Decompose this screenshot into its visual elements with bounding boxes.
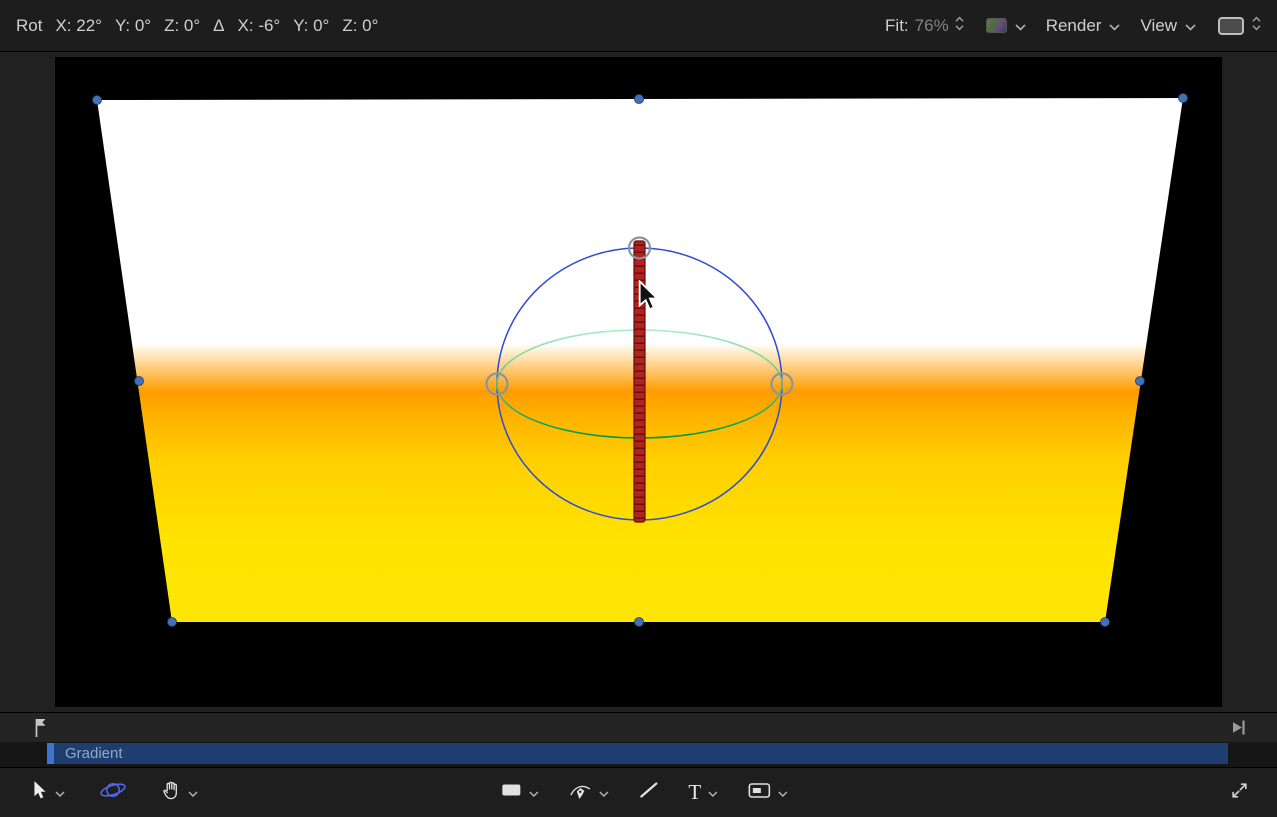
transform-handle[interactable]	[1101, 618, 1110, 627]
delta-x-value: X: -6°	[238, 16, 281, 36]
delta-y-value: Y: 0°	[293, 16, 329, 36]
rectangle-tool-button[interactable]	[500, 782, 538, 803]
rectangle-tool-chevron-icon[interactable]	[528, 784, 538, 802]
text-tool-button[interactable]: T	[688, 782, 718, 803]
mask-rectangle-icon	[748, 782, 771, 804]
swatch-chevron-icon[interactable]	[1015, 16, 1026, 36]
canvas-area	[0, 52, 1277, 712]
transform-handle[interactable]	[168, 618, 177, 627]
pan-tool-button[interactable]	[161, 780, 198, 806]
3d-transform-tool-button[interactable]	[99, 778, 127, 807]
delta-z-value: Z: 0°	[342, 16, 378, 36]
3d-rotate-manipulator	[55, 57, 1222, 707]
rot-label: Rot	[16, 16, 42, 36]
view-controls: Fit: 76% Render View	[885, 16, 1261, 36]
tool-bar: T	[0, 767, 1277, 817]
rotation-status: Rot X: 22° Y: 0° Z: 0° Δ X: -6° Y: 0° Z:…	[16, 16, 378, 36]
bezier-tool-chevron-icon[interactable]	[598, 784, 608, 802]
bezier-pen-icon	[568, 780, 591, 806]
window-tools-group	[1230, 781, 1249, 805]
text-tool-icon: T	[688, 782, 701, 803]
window-layout-icon[interactable]	[1218, 17, 1244, 35]
timeline-layer-label: Gradient	[65, 745, 123, 762]
transform-handle[interactable]	[1136, 377, 1145, 386]
render-chevron-icon[interactable]	[1109, 16, 1120, 36]
rectangle-icon	[500, 782, 521, 803]
gradient-preview-swatch[interactable]	[986, 18, 1007, 33]
mask-tool-chevron-icon[interactable]	[778, 784, 788, 802]
transform-handle[interactable]	[635, 95, 644, 104]
3d-transform-icon	[99, 778, 127, 807]
status-bar: Rot X: 22° Y: 0° Z: 0° Δ X: -6° Y: 0° Z:…	[0, 0, 1277, 52]
paint-stroke-icon	[638, 781, 658, 804]
delta-symbol: Δ	[213, 16, 224, 36]
rot-y-value: Y: 0°	[115, 16, 151, 36]
zoom-value[interactable]: 76%	[915, 16, 949, 36]
mini-timeline-track: Gradient	[0, 742, 1277, 767]
transform-handle[interactable]	[635, 618, 644, 627]
timeline-layer-bar[interactable]: Gradient	[47, 743, 1228, 764]
transform-handle[interactable]	[1179, 94, 1188, 103]
zoom-stepper-icon[interactable]	[955, 16, 964, 36]
select-arrow-icon	[32, 780, 48, 805]
paint-stroke-tool-button[interactable]	[638, 781, 658, 804]
select-tool-button[interactable]	[32, 780, 65, 805]
transform-handle[interactable]	[93, 96, 102, 105]
view-menu[interactable]: View	[1140, 16, 1177, 36]
fit-label[interactable]: Fit:	[885, 16, 909, 36]
bezier-tool-button[interactable]	[568, 780, 608, 806]
layout-stepper-icon[interactable]	[1252, 16, 1261, 36]
render-menu[interactable]: Render	[1046, 16, 1102, 36]
hand-icon	[161, 780, 181, 806]
view-chevron-icon[interactable]	[1185, 16, 1196, 36]
canvas-viewport[interactable]	[55, 57, 1222, 707]
out-point-marker-icon[interactable]	[1231, 719, 1246, 741]
select-tool-chevron-icon[interactable]	[55, 784, 65, 802]
motion-canvas-window: Rot X: 22° Y: 0° Z: 0° Δ X: -6° Y: 0° Z:…	[0, 0, 1277, 817]
expand-icon[interactable]	[1230, 781, 1249, 805]
rot-x-value: X: 22°	[55, 16, 102, 36]
mini-timeline-ruler[interactable]	[0, 712, 1277, 742]
in-point-marker-icon[interactable]	[33, 717, 48, 744]
image-mask-tool-button[interactable]	[748, 782, 788, 804]
transform-handle[interactable]	[135, 377, 144, 386]
mouse-cursor-icon	[638, 280, 660, 308]
text-tool-chevron-icon[interactable]	[708, 784, 718, 802]
rot-z-value: Z: 0°	[164, 16, 200, 36]
transform-tools-group	[32, 778, 198, 807]
creation-tools-group: T	[500, 768, 788, 817]
pan-tool-chevron-icon[interactable]	[188, 784, 198, 802]
